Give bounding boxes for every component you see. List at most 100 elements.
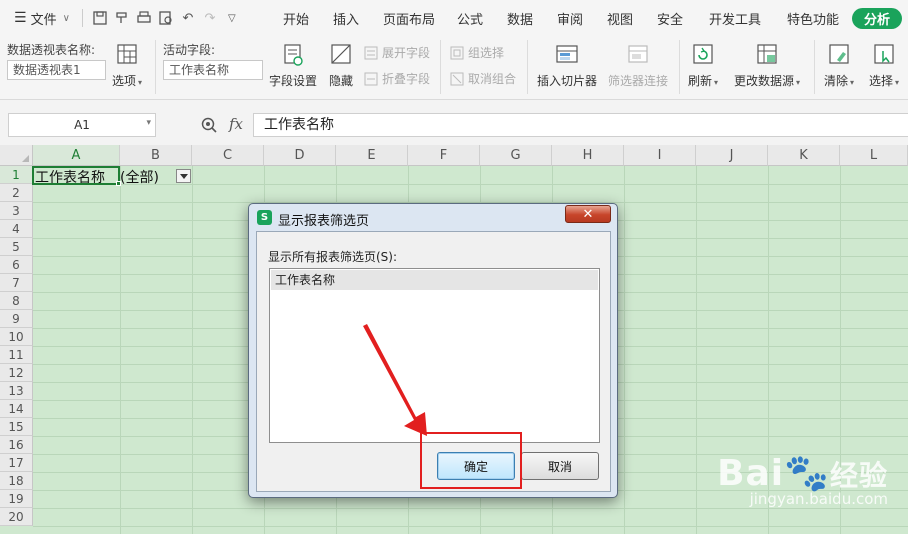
file-menu-button[interactable]: ☰ 文件 ∨ <box>8 4 76 32</box>
ungroup-button[interactable]: 取消组合 <box>450 70 516 87</box>
column-header-f[interactable]: F <box>408 145 480 166</box>
save-icon[interactable] <box>89 7 111 29</box>
menu-bar: ☰ 文件 ∨ ↶ ↷ ▽ 开始 插入 页面布局 公式 数据 审阅 视图 安全 开… <box>0 0 908 36</box>
list-item[interactable]: 工作表名称 <box>271 270 598 290</box>
row-header-5[interactable]: 5 <box>0 238 33 256</box>
row-header-8[interactable]: 8 <box>0 292 33 310</box>
row-header-6[interactable]: 6 <box>0 256 33 274</box>
ribbon-separator <box>440 40 441 94</box>
row-header-11[interactable]: 11 <box>0 346 33 364</box>
column-header-b[interactable]: B <box>120 145 192 166</box>
group-select-button[interactable]: 组选择 <box>450 44 504 61</box>
column-header-k[interactable]: K <box>768 145 840 166</box>
tab-page-layout[interactable]: 页面布局 <box>383 4 435 32</box>
row-header-12[interactable]: 12 <box>0 364 33 382</box>
tab-security[interactable]: 安全 <box>657 4 683 32</box>
row-header-13[interactable]: 13 <box>0 382 33 400</box>
filter-connection-label: 筛选器连接 <box>608 74 669 88</box>
tab-analyze[interactable]: 分析 <box>852 8 902 29</box>
column-header-a[interactable]: A <box>33 145 120 166</box>
format-painter-icon[interactable] <box>111 7 133 29</box>
refresh-label: 刷新 <box>688 74 713 88</box>
row-header-20[interactable]: 20 <box>0 508 33 526</box>
filter-connection-button[interactable]: 筛选器连接 <box>608 42 668 89</box>
pivot-name-input[interactable]: 数据透视表1 <box>7 60 106 80</box>
fx-icon[interactable]: fx <box>229 115 243 133</box>
tab-special-features[interactable]: 特色功能 <box>787 4 839 32</box>
row-header-7[interactable]: 7 <box>0 274 33 292</box>
row-header-19[interactable]: 19 <box>0 490 33 508</box>
row-header-16[interactable]: 16 <box>0 436 33 454</box>
row-header-14[interactable]: 14 <box>0 400 33 418</box>
row-header-1[interactable]: 1 <box>0 166 33 184</box>
print-preview-icon[interactable] <box>155 7 177 29</box>
clear-button[interactable]: 清除 ▾ <box>824 42 854 89</box>
customize-dropdown-icon[interactable]: ▽ <box>221 7 243 29</box>
zoom-icon[interactable] <box>200 116 218 134</box>
name-box[interactable]: A1 ▾ <box>8 113 156 137</box>
select-icon <box>874 44 894 64</box>
tab-insert[interactable]: 插入 <box>333 4 359 32</box>
select-all-corner[interactable] <box>0 145 33 166</box>
active-field-input[interactable]: 工作表名称 <box>163 60 263 80</box>
row-header-9[interactable]: 9 <box>0 310 33 328</box>
undo-icon[interactable]: ↶ <box>177 7 199 29</box>
filter-pages-list[interactable]: 工作表名称 <box>269 268 600 443</box>
tab-developer[interactable]: 开发工具 <box>709 4 761 32</box>
grid-line <box>192 166 193 534</box>
insert-slicer-button[interactable]: 插入切片器 <box>537 42 597 89</box>
row-header-4[interactable]: 4 <box>0 220 33 238</box>
expand-field-label: 展开字段 <box>382 46 431 60</box>
tab-data[interactable]: 数据 <box>507 4 533 32</box>
collapse-field-button[interactable]: 折叠字段 <box>364 70 430 87</box>
refresh-button[interactable]: 刷新 ▾ <box>688 42 718 89</box>
row-header-3[interactable]: 3 <box>0 202 33 220</box>
row-header-18[interactable]: 18 <box>0 472 33 490</box>
column-header-j[interactable]: J <box>696 145 768 166</box>
field-settings-icon <box>284 44 303 66</box>
column-header-e[interactable]: E <box>336 145 408 166</box>
row-header-15[interactable]: 15 <box>0 418 33 436</box>
ribbon-separator <box>679 40 680 94</box>
grid-line <box>33 526 908 527</box>
formula-input[interactable]: 工作表名称 <box>253 113 908 137</box>
ribbon: 数据透视表名称: 数据透视表1 选项 ▾ 活动字段: 工作表名称 字段设置 隐藏 … <box>0 36 908 100</box>
cell-b1[interactable]: (全部) <box>120 167 159 187</box>
column-header-c[interactable]: C <box>192 145 264 166</box>
column-header-i[interactable]: I <box>624 145 696 166</box>
row-header-10[interactable]: 10 <box>0 328 33 346</box>
column-header-g[interactable]: G <box>480 145 552 166</box>
insert-slicer-label: 插入切片器 <box>537 74 598 88</box>
active-field-label: 活动字段: <box>163 43 216 57</box>
change-data-source-label: 更改数据源 <box>734 74 795 88</box>
redo-icon[interactable]: ↷ <box>199 7 221 29</box>
tab-review[interactable]: 审阅 <box>557 4 583 32</box>
filter-dropdown-button[interactable] <box>176 169 191 183</box>
field-settings-button[interactable]: 字段设置 <box>269 42 317 89</box>
options-button[interactable]: 选项 ▾ <box>112 42 142 89</box>
cancel-button[interactable]: 取消 <box>521 452 599 480</box>
tab-formulas[interactable]: 公式 <box>457 4 483 32</box>
select-button[interactable]: 选择 ▾ <box>869 42 899 89</box>
column-header-l[interactable]: L <box>840 145 908 166</box>
hamburger-icon: ☰ <box>14 10 27 26</box>
column-header-d[interactable]: D <box>264 145 336 166</box>
row-header-2[interactable]: 2 <box>0 184 33 202</box>
tab-view[interactable]: 视图 <box>607 4 633 32</box>
dialog-title-bar[interactable]: S 显示报表筛选页 ✕ <box>249 204 617 230</box>
fill-handle[interactable] <box>116 181 121 186</box>
group-select-label: 组选择 <box>468 46 505 60</box>
change-data-source-button[interactable]: 更改数据源 ▾ <box>734 42 800 89</box>
chevron-down-icon[interactable]: ▾ <box>146 118 151 128</box>
print-icon[interactable] <box>133 7 155 29</box>
chevron-down-icon: ▾ <box>895 78 900 87</box>
options-label: 选项 <box>112 74 137 88</box>
close-icon[interactable]: ✕ <box>565 205 611 223</box>
tab-home[interactable]: 开始 <box>283 4 309 32</box>
dialog-title: 显示报表筛选页 <box>278 214 370 229</box>
expand-field-button[interactable]: 展开字段 <box>364 44 430 61</box>
hide-button[interactable]: 隐藏 <box>328 42 354 89</box>
column-header-h[interactable]: H <box>552 145 624 166</box>
grid-line <box>696 166 697 534</box>
row-header-17[interactable]: 17 <box>0 454 33 472</box>
